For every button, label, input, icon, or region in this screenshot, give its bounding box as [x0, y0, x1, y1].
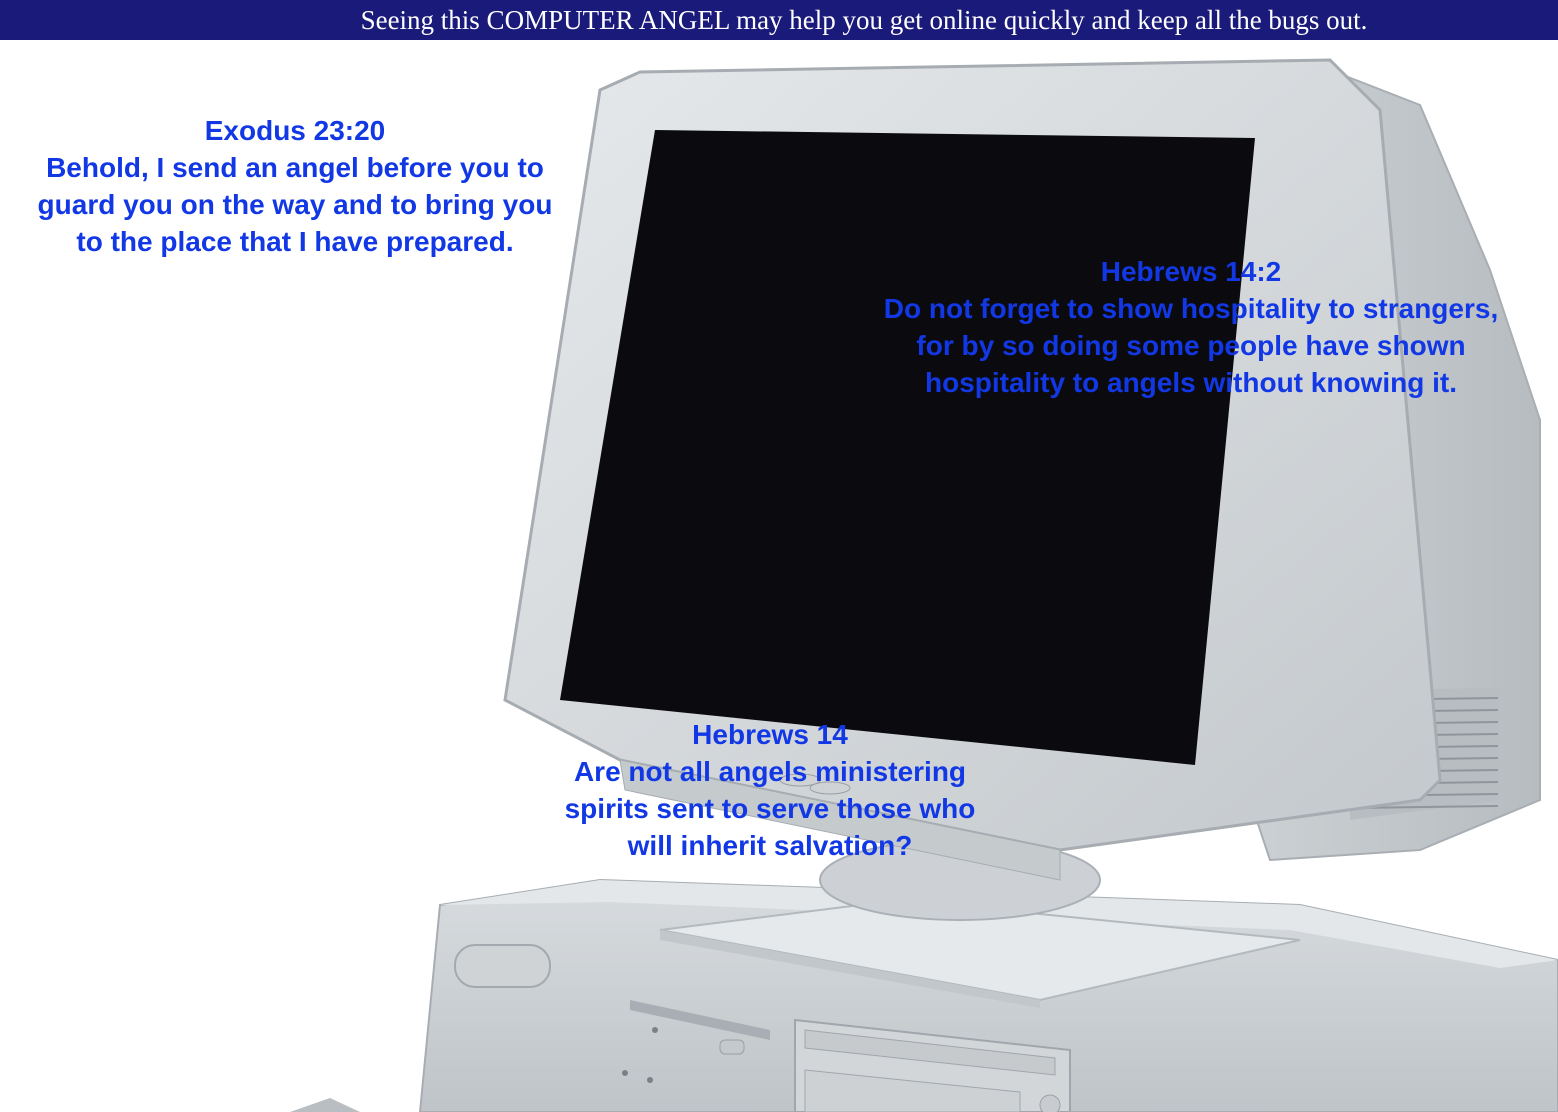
- verse-exodus-23-20: Exodus 23:20 Behold, I send an angel bef…: [0, 112, 590, 260]
- verse-hebrews-14: Hebrews 14 Are not all angels ministerin…: [520, 716, 1020, 864]
- verse-hebrews-14-2: Hebrews 14:2 Do not forget to show hospi…: [836, 253, 1546, 401]
- verse-line: Behold, I send an angel before you to: [46, 152, 544, 183]
- monitor-screen: [560, 130, 1255, 765]
- verse-line: hospitality to angels without knowing it…: [925, 367, 1457, 398]
- verse-line: to the place that I have prepared.: [76, 226, 514, 257]
- verse-line: Do not forget to show hospitality to str…: [883, 293, 1499, 324]
- verse-line: will inherit salvation?: [627, 830, 913, 861]
- verse-reference: Hebrews 14: [692, 719, 848, 750]
- verse-line: guard you on the way and to bring you: [37, 189, 553, 220]
- verse-reference: Exodus 23:20: [204, 115, 386, 146]
- verse-line: spirits sent to serve those who: [564, 793, 976, 824]
- verse-reference: Hebrews 14:2: [1100, 256, 1282, 287]
- page: Seeing this COMPUTER ANGEL may help you …: [0, 0, 1558, 1112]
- top-banner: Seeing this COMPUTER ANGEL may help you …: [0, 0, 1558, 40]
- verse-line: Are not all angels ministering: [573, 756, 967, 787]
- verse-line: for by so doing some people have shown: [916, 330, 1466, 361]
